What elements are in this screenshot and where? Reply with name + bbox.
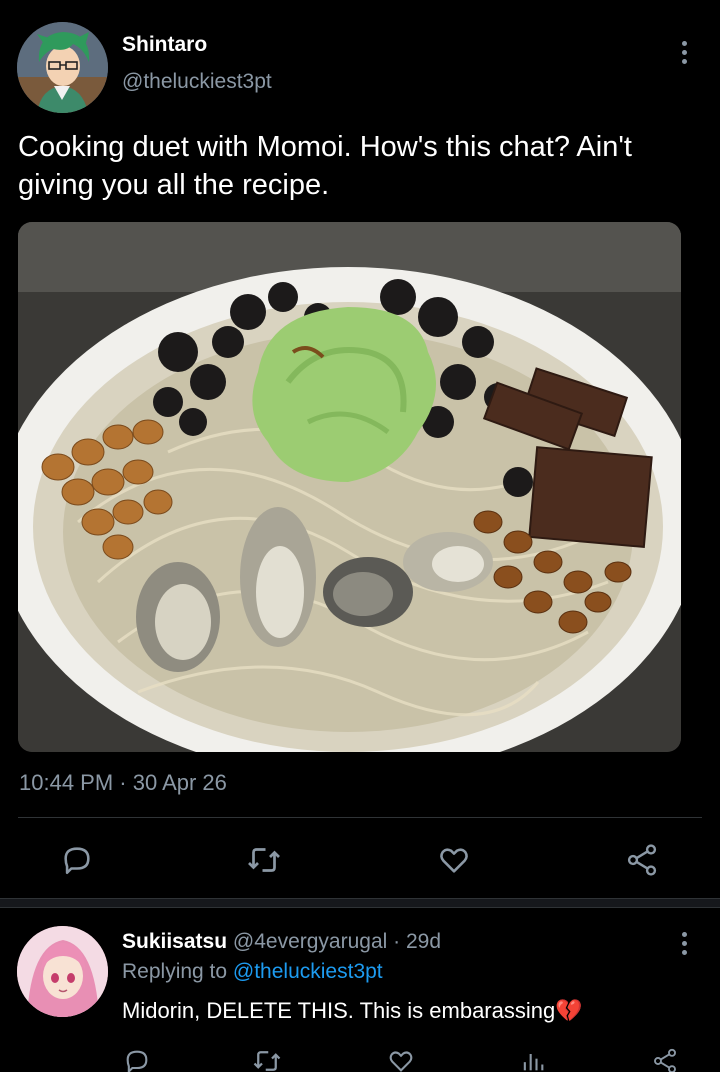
tweet-action-bar — [0, 835, 720, 885]
divider — [18, 817, 702, 818]
reply-age[interactable]: 29d — [406, 930, 441, 953]
reply-author-avatar[interactable] — [17, 926, 108, 1017]
like-icon — [440, 848, 468, 873]
reply-more-options-button[interactable] — [674, 928, 694, 958]
reply-text: Midorin, DELETE THIS. This is embarassin… — [122, 998, 583, 1024]
reply-reply-button[interactable] — [122, 1046, 152, 1072]
reply-text-body: Midorin, DELETE THIS. This is embarassin… — [122, 998, 556, 1023]
reply-retweet-button[interactable] — [252, 1046, 282, 1072]
tweet-photo[interactable] — [18, 222, 681, 752]
avatar-image — [17, 926, 108, 1017]
tweet-text: Cooking duet with Momoi. How's this chat… — [18, 131, 632, 201]
reply-action-bar — [0, 1042, 720, 1072]
retweet-icon — [248, 848, 280, 872]
more-dot — [681, 949, 687, 955]
reply-author-name[interactable]: Sukiisatsu — [122, 930, 227, 953]
views-icon — [523, 1054, 544, 1071]
replying-to-line: Replying to @theluckiest3pt — [122, 960, 383, 984]
reply-header: Sukiisatsu @4evergyarugal · 29d — [122, 930, 441, 954]
meta-separator: · — [393, 930, 401, 953]
reply-views-button[interactable] — [518, 1046, 548, 1072]
more-options-button[interactable] — [674, 37, 694, 67]
more-dot — [681, 940, 687, 946]
food-photo-illustration — [18, 222, 681, 752]
more-dot — [681, 931, 687, 937]
share-icon — [654, 1048, 676, 1072]
retweet-icon — [253, 1051, 281, 1071]
avatar-image — [17, 22, 108, 113]
author-handle[interactable]: @theluckiest3pt — [122, 70, 272, 94]
share-button[interactable] — [623, 841, 661, 879]
reply-icon — [64, 847, 90, 875]
author-avatar[interactable] — [17, 22, 108, 113]
reply-button[interactable] — [58, 841, 96, 879]
like-icon — [389, 1051, 413, 1072]
reply-icon — [126, 1050, 148, 1072]
replying-to-mention[interactable]: @theluckiest3pt — [233, 960, 383, 983]
tweet: Shintaro @theluckiest3pt Cooking duet wi… — [0, 0, 720, 900]
reply-author-handle[interactable]: @4evergyarugal — [233, 930, 387, 953]
share-icon — [627, 844, 657, 876]
more-dot — [681, 49, 687, 55]
broken-heart-emoji: 💔 — [555, 998, 583, 1023]
more-dot — [681, 40, 687, 46]
reply-share-button[interactable] — [650, 1046, 680, 1072]
author-name[interactable]: Shintaro — [122, 33, 207, 57]
tweet-timestamp[interactable]: 10:44 PM · 30 Apr 26 — [19, 770, 227, 796]
replying-prefix: Replying to — [122, 960, 228, 983]
retweet-button[interactable] — [245, 841, 283, 879]
reply-tweet[interactable]: Sukiisatsu @4evergyarugal · 29d Replying… — [0, 906, 720, 1072]
more-dot — [681, 58, 687, 64]
like-button[interactable] — [435, 841, 473, 879]
reply-like-button[interactable] — [386, 1046, 416, 1072]
